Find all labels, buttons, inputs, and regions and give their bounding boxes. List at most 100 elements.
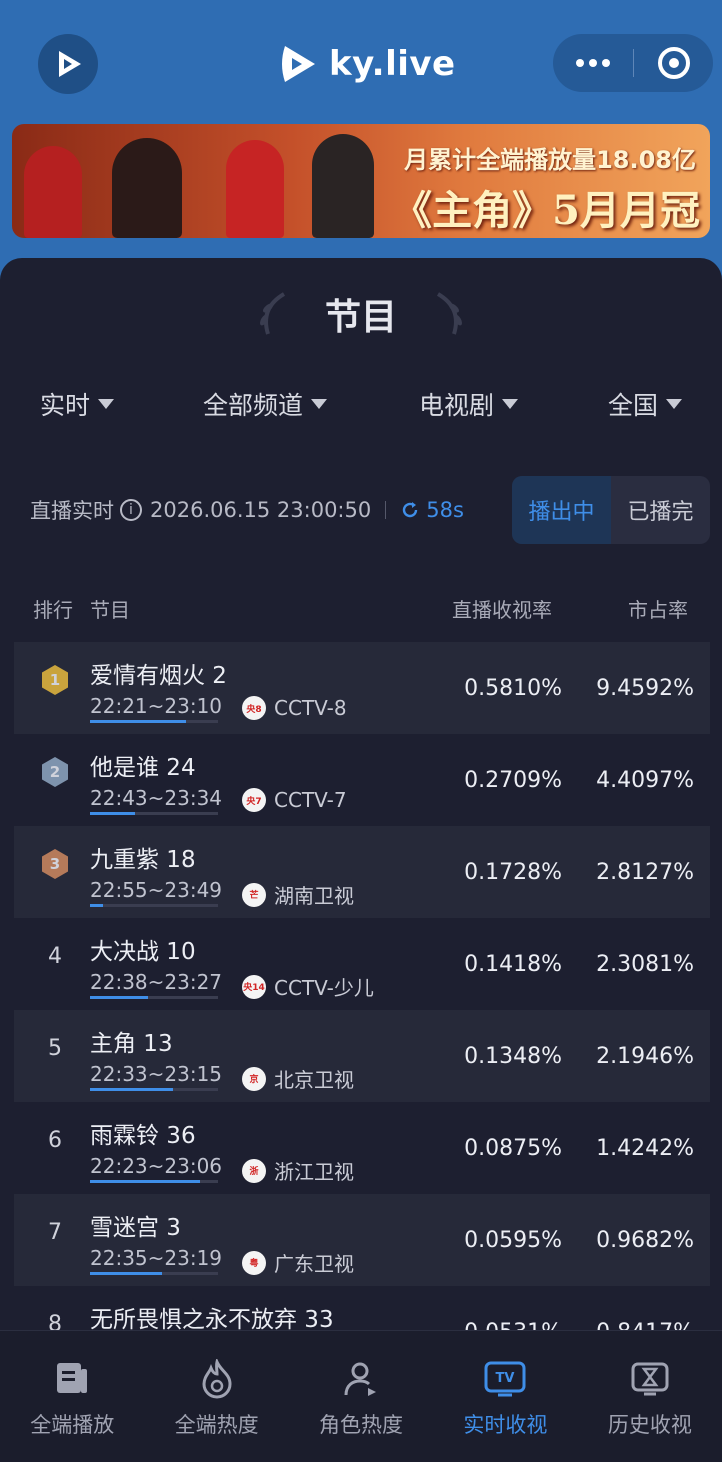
program-name: 雪迷宫 3: [90, 1215, 181, 1241]
progress-bar: [90, 996, 218, 999]
ratings-table: 1 爱情有烟火 2 22:21~23:10 央8 CCTV-8 0.5810% 9.4592…: [14, 642, 710, 1378]
dot-icon: [589, 59, 597, 67]
nav-live-ratings[interactable]: TV 实时收视: [433, 1331, 577, 1462]
dot-icon: [576, 59, 584, 67]
market-share: 4.4097%: [596, 768, 694, 793]
program-name: 他是谁 24: [90, 755, 196, 781]
filter-region[interactable]: 全国: [608, 386, 683, 422]
table-row[interactable]: 4 大决战 10 22:38~23:27 央14 CCTV-少儿 0.1418% 2.308…: [14, 918, 710, 1010]
live-rating: 0.0875%: [464, 1136, 562, 1161]
filter-time-label: 实时: [40, 391, 91, 420]
rank-medal-icon: 2: [40, 756, 70, 788]
banner-headline: 月累计全端播放量18.08亿: [404, 146, 696, 174]
filter-genre[interactable]: 电视剧: [419, 386, 519, 422]
progress-fill: [90, 1272, 162, 1275]
air-time: 22:23~23:06: [90, 1154, 223, 1178]
program-name: 爱情有烟火 2: [90, 663, 227, 689]
nav-history-ratings[interactable]: 历史收视: [578, 1331, 722, 1462]
filter-bar: 实时 全部频道 电视剧 全国: [0, 386, 722, 426]
caret-down-icon: [666, 399, 683, 409]
air-time: 22:21~23:10: [90, 694, 223, 718]
app-logo-button[interactable]: [38, 34, 98, 94]
table-row[interactable]: 1 爱情有烟火 2 22:21~23:10 央8 CCTV-8 0.5810% 9.4592…: [14, 642, 710, 734]
channel-name: 浙江卫视: [274, 1160, 354, 1184]
live-rating: 0.2709%: [464, 768, 562, 793]
caret-down-icon: [311, 399, 328, 409]
flame-icon: [195, 1357, 239, 1401]
more-button[interactable]: [553, 34, 633, 92]
target-icon: [657, 47, 690, 79]
channel-name: CCTV-少儿: [274, 976, 374, 1000]
tab-on-air[interactable]: 播出中: [512, 476, 611, 544]
channel-logo-icon: 芒: [242, 882, 266, 907]
channel: 芒湖南卫视: [242, 880, 354, 909]
progress-bar: [90, 1180, 218, 1183]
program-name: 雨霖铃 36: [90, 1123, 196, 1149]
progress-fill: [90, 812, 135, 815]
header-rank[interactable]: 排行: [33, 594, 73, 623]
svg-text:TV: TV: [496, 1371, 515, 1386]
nav-label: 角色热度: [319, 1413, 404, 1437]
table-row[interactable]: 6 雨霖铃 36 22:23~23:06 浙浙江卫视 0.0875% 1.4242%: [14, 1102, 710, 1194]
tab-finished[interactable]: 已播完: [611, 476, 710, 544]
promo-banner[interactable]: 月累计全端播放量18.08亿 《主角》5月月冠: [12, 124, 710, 238]
nav-label: 全端热度: [174, 1413, 259, 1437]
program-name: 主角 13: [90, 1031, 173, 1057]
filter-time[interactable]: 实时: [40, 386, 115, 422]
rank-number: 2: [49, 763, 61, 781]
hourglass-tv-icon: [628, 1357, 672, 1401]
book-icon: [50, 1357, 94, 1401]
channel: 浙浙江卫视: [242, 1156, 354, 1185]
broadcast-status-toggle: 播出中 已播完: [512, 476, 710, 544]
filter-channel[interactable]: 全部频道: [203, 386, 328, 422]
channel-logo-icon: 央14: [242, 974, 266, 999]
channel-logo-icon: 浙: [242, 1158, 266, 1183]
market-share: 0.9682%: [596, 1228, 694, 1253]
filter-region-label: 全国: [608, 391, 659, 420]
close-target-button[interactable]: [634, 34, 713, 92]
live-rating: 0.0595%: [464, 1228, 562, 1253]
banner-figure: [112, 138, 182, 238]
market-share: 2.1946%: [596, 1044, 694, 1069]
air-time: 22:33~23:15: [90, 1062, 223, 1086]
brand-logo-icon: [282, 46, 315, 82]
market-share: 1.4242%: [596, 1136, 694, 1161]
header-rating[interactable]: 直播收视率: [452, 594, 552, 623]
nav-all-playback[interactable]: 全端播放: [0, 1331, 144, 1462]
header-share[interactable]: 市占率: [628, 594, 688, 623]
ratings-panel: 节目 实时 全部频道 电视剧 全国 直播实时 i 2026.06.15 23:0…: [0, 258, 722, 1462]
program-name: 无所畏惧之永不放弃 33: [90, 1307, 334, 1333]
table-row[interactable]: 5 主角 13 22:33~23:15 京北京卫视 0.1348% 2.1946%: [14, 1010, 710, 1102]
table-row[interactable]: 7 雪迷宫 3 22:35~23:19 粤广东卫视 0.0595% 0.9682%: [14, 1194, 710, 1286]
table-row[interactable]: 2 他是谁 24 22:43~23:34 央7 CCTV-7 0.2709% 4.4097%: [14, 734, 710, 826]
progress-fill: [90, 1088, 174, 1091]
filter-genre-label: 电视剧: [419, 391, 495, 420]
nav-label: 实时收视: [463, 1413, 548, 1437]
brand-name: ky.live: [329, 44, 456, 84]
market-share: 9.4592%: [596, 676, 694, 701]
progress-fill: [90, 720, 186, 723]
nav-role-heat[interactable]: 角色热度: [289, 1331, 433, 1462]
nav-label: 历史收视: [607, 1413, 692, 1437]
market-share: 2.8127%: [596, 860, 694, 885]
channel-name: 北京卫视: [274, 1068, 354, 1092]
filter-channel-label: 全部频道: [203, 391, 304, 420]
progress-bar: [90, 1088, 218, 1091]
nav-label: 全端播放: [30, 1413, 115, 1437]
channel: 央8 CCTV-8: [242, 696, 347, 720]
progress-bar: [90, 904, 218, 907]
live-rating: 0.5810%: [464, 676, 562, 701]
rank-number: 4: [48, 943, 62, 969]
nav-all-heat[interactable]: 全端热度: [144, 1331, 288, 1462]
mini-program-capsule: [553, 34, 713, 92]
channel: 京北京卫视: [242, 1064, 354, 1093]
refresh-countdown[interactable]: 58s: [400, 498, 464, 522]
table-row[interactable]: 3 九重紫 18 22:55~23:49 芒湖南卫视 0.1728% 2.8127%: [14, 826, 710, 918]
live-rating: 0.1418%: [464, 952, 562, 977]
progress-fill: [90, 904, 103, 907]
rank-medal-icon: 1: [40, 664, 70, 696]
dot-icon: [602, 59, 610, 67]
progress-fill: [90, 1180, 201, 1183]
info-icon[interactable]: i: [120, 499, 142, 521]
banner-figure: [24, 146, 82, 238]
